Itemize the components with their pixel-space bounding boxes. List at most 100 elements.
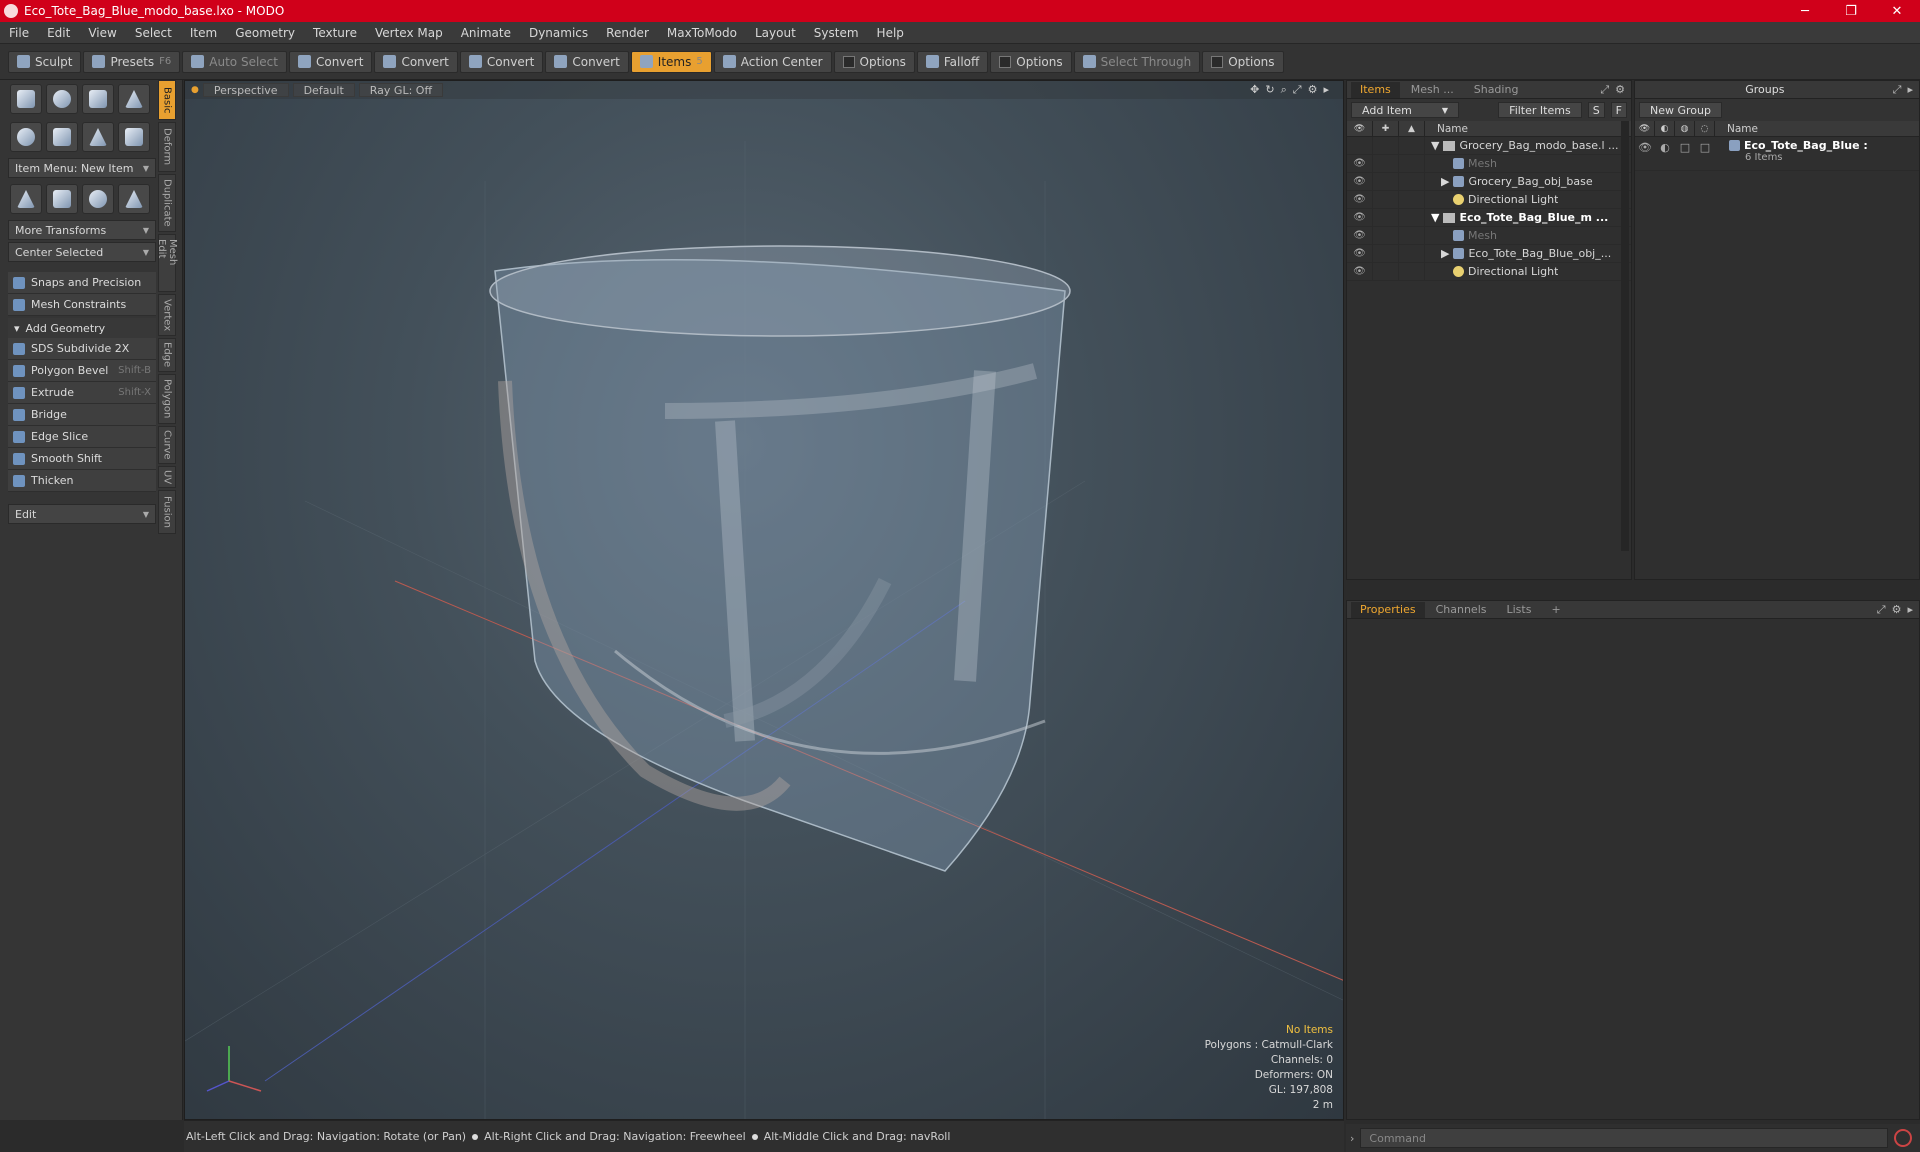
menu-vertex-map[interactable]: Vertex Map [366, 26, 452, 40]
item-row[interactable]: 👁 Directional Light [1347, 262, 1631, 281]
rotate-tool[interactable] [82, 184, 114, 214]
sphere-tool[interactable] [46, 84, 78, 114]
sculpt-button[interactable]: Sculpt [8, 50, 82, 73]
grid-tool[interactable] [46, 184, 78, 214]
convert-materials-button[interactable]: Convert [545, 50, 629, 73]
menu-item[interactable]: Item [181, 26, 226, 40]
chevron-right-icon[interactable]: ▸ [1907, 603, 1913, 617]
presets-button[interactable]: Presets F6 [83, 50, 181, 73]
name-column[interactable]: Name [1425, 123, 1468, 135]
filter-items-button[interactable]: Filter Items [1498, 102, 1582, 118]
tab-uv[interactable]: UV [158, 466, 176, 488]
render-toggle-icon[interactable]: ◐ [1655, 137, 1675, 170]
tab-deform[interactable]: Deform [158, 122, 176, 172]
torus-tool[interactable] [10, 122, 42, 152]
eye-icon[interactable]: 👁 [1635, 137, 1655, 170]
add-geometry-section[interactable]: ▾ Add Geometry [8, 318, 156, 338]
convert-edges-button[interactable]: Convert [374, 50, 458, 73]
lock-toggle-icon[interactable]: □ [1675, 137, 1695, 170]
mesh-constraints-button[interactable]: Mesh Constraints [8, 294, 156, 316]
menu-maxtomodo[interactable]: MaxToModo [658, 26, 746, 40]
item-row[interactable]: 👁 ▶ Grocery_Bag_obj_base [1347, 172, 1631, 191]
select-toggle-icon[interactable]: □ [1695, 137, 1715, 170]
more-transforms-dropdown[interactable]: More Transforms ▼ [8, 220, 156, 240]
text-tool[interactable] [118, 122, 150, 152]
expand-triangle-icon[interactable]: ▼ [1431, 139, 1439, 152]
expand-icon[interactable]: ⤢ [1877, 603, 1886, 617]
group-row[interactable]: 👁 ◐ □ □ Eco_Tote_Bag_Blue : 6 Items [1635, 137, 1919, 171]
eye-icon[interactable]: 👁 [1353, 194, 1366, 205]
render-column[interactable]: ◐ [1655, 120, 1675, 137]
eye-icon[interactable]: 👁 [1353, 230, 1366, 241]
tab-properties[interactable]: Properties [1351, 601, 1425, 618]
polygon-bevel-button[interactable]: Polygon Bevel Shift-B [8, 360, 156, 382]
eye-icon[interactable]: 👁 [1353, 248, 1366, 259]
lock-column[interactable]: ✚ [1373, 120, 1399, 137]
edit-dropdown[interactable]: Edit ▼ [8, 504, 156, 524]
falloff-button[interactable]: Falloff [916, 50, 989, 73]
tab-vertex[interactable]: Vertex [158, 294, 176, 336]
select-through-button[interactable]: Select Through [1073, 50, 1201, 73]
capsule-tool[interactable] [46, 122, 78, 152]
filter-s-button[interactable]: S [1587, 102, 1605, 118]
item-row[interactable]: ▼ Grocery_Bag_modo_base.l ... [1347, 136, 1631, 155]
item-menu-dropdown[interactable]: Item Menu: New Item ▼ [8, 158, 156, 178]
bridge-button[interactable]: Bridge [8, 404, 156, 426]
menu-dynamics[interactable]: Dynamics [520, 26, 597, 40]
items-scrollbar[interactable] [1621, 121, 1629, 551]
tab-curve[interactable]: Curve [158, 426, 176, 464]
tab-polygon[interactable]: Polygon [158, 374, 176, 424]
menu-help[interactable]: Help [868, 26, 913, 40]
tab-channels[interactable]: Channels [1427, 602, 1496, 618]
thicken-button[interactable]: Thicken [8, 470, 156, 492]
item-row[interactable]: 👁 ▼ Eco_Tote_Bag_Blue_m ... [1347, 208, 1631, 227]
item-row[interactable]: 👁 ▶ Eco_Tote_Bag_Blue_obj_... [1347, 244, 1631, 263]
eye-icon[interactable]: 👁 [1353, 266, 1366, 277]
gear-icon[interactable]: ⚙ [1615, 83, 1625, 97]
convert-polygons-button[interactable]: Convert [459, 50, 544, 73]
close-button[interactable]: ✕ [1874, 0, 1920, 22]
add-tab-button[interactable]: + [1542, 602, 1569, 618]
chevron-right-icon[interactable]: ▸ [1907, 83, 1913, 97]
tab-mesh[interactable]: Mesh ... [1402, 82, 1463, 98]
action-center-options[interactable]: Options [833, 50, 915, 73]
edge-slice-button[interactable]: Edge Slice [8, 426, 156, 448]
select-through-options[interactable]: Options [1202, 50, 1284, 73]
tab-fusion[interactable]: Fusion [158, 490, 176, 534]
tab-shading[interactable]: Shading [1465, 82, 1528, 98]
tab-mesh-edit[interactable]: Mesh Edit [156, 234, 178, 292]
menu-select[interactable]: Select [126, 26, 181, 40]
falloff-options[interactable]: Options [990, 50, 1072, 73]
name-column[interactable]: Name [1715, 123, 1758, 135]
expand-icon[interactable]: ⤢ [1600, 83, 1609, 97]
menu-layout[interactable]: Layout [746, 26, 805, 40]
tab-duplicate[interactable]: Duplicate [158, 174, 176, 232]
new-group-button[interactable]: New Group [1639, 102, 1722, 118]
expand-icon[interactable]: ⤢ [1893, 83, 1902, 97]
command-input[interactable]: Command [1360, 1128, 1888, 1148]
tab-edge[interactable]: Edge [158, 338, 176, 372]
menu-geometry[interactable]: Geometry [226, 26, 304, 40]
cube-tool[interactable] [10, 84, 42, 114]
menu-system[interactable]: System [805, 26, 868, 40]
pen-tool[interactable] [82, 122, 114, 152]
maximize-button[interactable]: ❐ [1828, 0, 1874, 22]
3d-viewport[interactable]: ● Perspective Default Ray GL: Off ✥ ↻ ⌕ … [184, 80, 1344, 1120]
render-column[interactable]: ▲ [1399, 120, 1425, 137]
menu-animate[interactable]: Animate [452, 26, 520, 40]
add-item-button[interactable]: Add Item ▼ [1351, 102, 1459, 118]
snaps-precision-button[interactable]: Snaps and Precision [8, 272, 156, 294]
action-center-button[interactable]: Action Center [713, 50, 832, 73]
tab-items[interactable]: Items [1351, 81, 1400, 98]
expand-triangle-icon[interactable]: ▼ [1431, 211, 1439, 224]
cone-tool[interactable] [118, 84, 150, 114]
transform-tool[interactable] [10, 184, 42, 214]
tab-basic[interactable]: Basic [158, 80, 176, 120]
gear-icon[interactable]: ⚙ [1892, 603, 1902, 617]
eye-icon[interactable]: 👁 [1353, 212, 1366, 223]
item-row[interactable]: 👁 Mesh [1347, 226, 1631, 245]
cylinder-tool[interactable] [82, 84, 114, 114]
items-mode-button[interactable]: Items 5 [630, 50, 712, 73]
select-column[interactable]: ◌ [1695, 120, 1715, 137]
menu-render[interactable]: Render [597, 26, 658, 40]
